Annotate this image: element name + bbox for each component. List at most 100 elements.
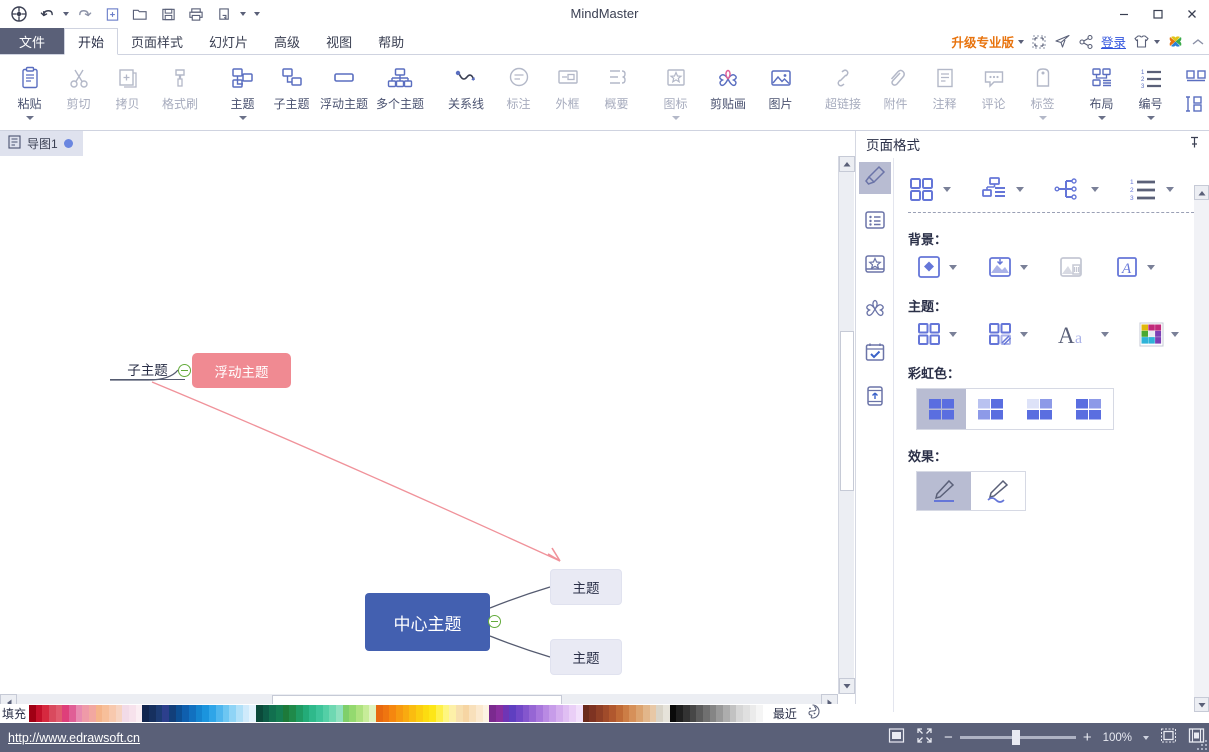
color-swatch[interactable] [602,705,610,722]
theme-color-button[interactable] [1139,322,1179,347]
color-swatch[interactable] [649,705,657,722]
color-swatch[interactable] [302,705,310,722]
color-swatch[interactable] [322,705,330,722]
export-dropdown-caret-icon[interactable] [240,12,246,16]
color-swatch[interactable] [209,705,216,722]
website-link[interactable]: http://www.edrawsoft.cn [0,731,140,745]
color-swatch[interactable] [255,705,263,722]
multi-topic-button[interactable]: 多个主题 [372,59,428,112]
format-painter-button[interactable]: 格式刷 [152,59,208,112]
effect-option-straight[interactable] [917,472,971,510]
clipart-button[interactable]: 剪贴画 [700,59,756,112]
background-watermark-button[interactable] [1058,254,1084,280]
color-swatch[interactable] [175,705,183,722]
export-icon[interactable] [211,2,237,26]
color-swatch[interactable] [562,705,570,722]
color-swatch[interactable] [722,705,730,722]
color-swatch[interactable] [129,705,136,722]
color-swatch[interactable] [182,705,190,722]
color-swatch[interactable] [556,705,563,722]
sidebar-item-outline[interactable] [859,206,891,238]
comment-button[interactable]: 评论 [969,59,1018,112]
color-swatch[interactable] [676,705,683,722]
color-swatch[interactable] [496,705,503,722]
vertical-scroll-thumb[interactable] [840,331,854,491]
panel-vertical-scrollbar[interactable] [1194,185,1209,712]
hyperlink-button[interactable]: 超链接 [815,59,871,112]
background-fill-button[interactable] [916,254,957,280]
color-swatch[interactable] [756,705,763,722]
skin-dropdown-caret-icon[interactable] [1154,39,1160,44]
color-swatch[interactable] [422,705,430,722]
scroll-down-button[interactable] [839,678,855,694]
sidebar-item-clipart[interactable] [859,294,891,326]
callout-button[interactable]: 标注 [494,59,543,112]
print-icon[interactable] [183,2,209,26]
login-link[interactable]: 登录 [1101,32,1126,51]
topic-caret-icon[interactable] [238,116,247,120]
floating-topic-button[interactable]: 浮动主题 [316,59,372,112]
subtopic-button[interactable]: 子主题 [267,59,316,112]
panel-scroll-down-button[interactable] [1194,697,1209,712]
theme-gallery-button[interactable] [908,176,951,202]
minimize-button[interactable] [1107,0,1141,28]
color-swatch[interactable] [522,705,530,722]
color-swatch[interactable] [382,705,390,722]
full-screen-icon[interactable] [916,727,933,749]
color-swatch[interactable] [409,705,416,722]
floating-topic[interactable]: 浮动主题 [192,353,291,388]
color-swatch[interactable] [195,705,203,722]
menu-item-page-style[interactable]: 页面样式 [118,28,196,54]
color-swatch[interactable] [95,705,103,722]
color-swatch[interactable] [736,705,743,722]
collapse-toggle-subtopic[interactable] [178,364,191,377]
chevron-down-icon[interactable] [1166,186,1174,192]
new-file-icon[interactable] [99,2,125,26]
chevron-down-icon[interactable] [1020,264,1028,270]
theme-font-button[interactable]: Aa [1058,321,1109,347]
color-swatch[interactable] [289,705,296,722]
color-swatch[interactable] [355,705,363,722]
fit-page-icon[interactable] [888,727,905,749]
color-swatch[interactable] [749,705,757,722]
zoom-out-button[interactable]: − [944,730,953,745]
menu-item-help[interactable]: 帮助 [365,28,417,54]
color-swatch[interactable] [542,705,550,722]
color-swatch[interactable] [215,705,223,722]
send-icon[interactable] [1054,33,1071,50]
color-swatch[interactable] [656,705,663,722]
sidebar-item-page-format[interactable] [858,162,891,194]
scroll-up-button[interactable] [839,156,855,172]
menu-item-view[interactable]: 视图 [313,28,365,54]
color-swatch[interactable] [162,705,170,722]
app-logo-icon[interactable] [6,2,32,26]
color-swatch[interactable] [269,705,276,722]
color-swatch[interactable] [169,705,176,722]
color-swatch[interactable] [142,705,150,722]
presentation-mode-icon[interactable] [1031,34,1047,50]
sidebar-item-icons[interactable] [859,250,891,282]
icon-library-caret-icon[interactable] [671,116,680,120]
rainbow-option-1[interactable] [917,389,966,429]
color-swatch[interactable] [42,705,50,722]
color-swatch[interactable] [155,705,163,722]
color-swatch[interactable] [502,705,510,722]
zoom-thumb[interactable] [1011,730,1020,745]
color-swatch[interactable] [35,705,43,722]
undo-dropdown-caret-icon[interactable] [63,12,69,16]
relationship-line-button[interactable]: 关系线 [438,59,494,112]
color-swatch[interactable] [222,705,230,722]
tag-button[interactable]: 标签 [1018,59,1067,120]
layout-caret-icon[interactable] [1097,116,1106,120]
paste-caret-icon[interactable] [25,116,34,120]
color-swatch[interactable] [629,705,637,722]
color-swatch[interactable] [729,705,737,722]
close-button[interactable] [1175,0,1209,28]
color-swatch[interactable] [109,705,116,722]
color-swatch[interactable] [375,705,383,722]
panel-scroll-up-button[interactable] [1194,185,1209,200]
color-swatch[interactable] [509,705,517,722]
chevron-down-icon[interactable] [949,331,957,337]
boundary-button[interactable]: 外框 [543,59,592,112]
color-swatch[interactable] [362,705,370,722]
